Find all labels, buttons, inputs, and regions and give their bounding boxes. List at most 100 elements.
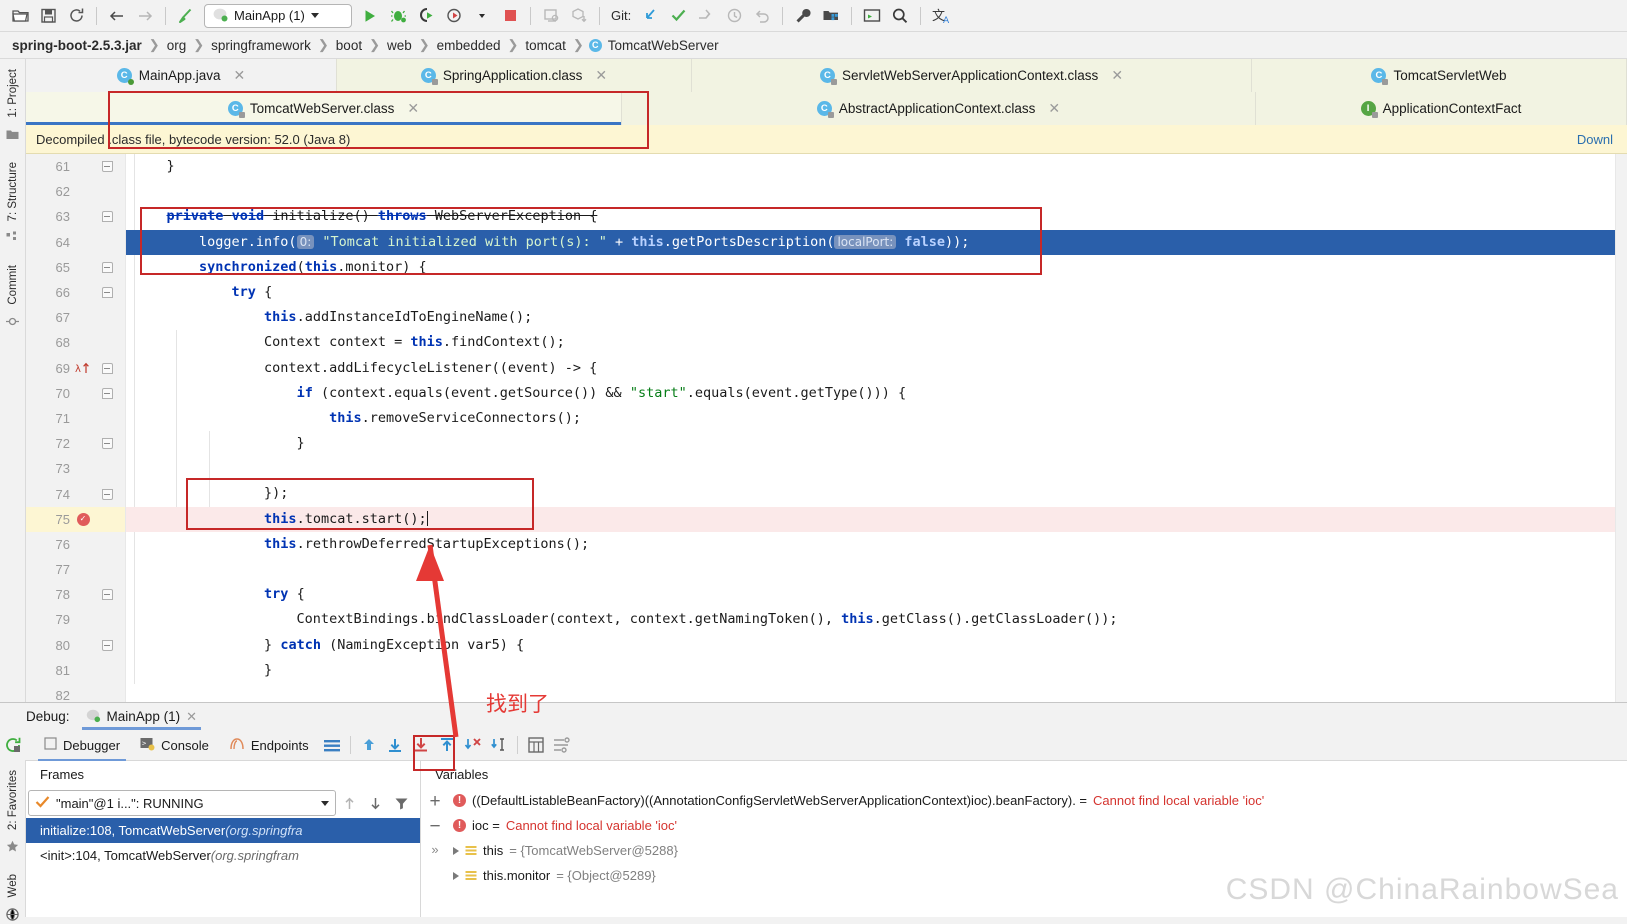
breadcrumb-item-6[interactable]: tomcat: [523, 38, 568, 53]
build-icon[interactable]: [172, 3, 200, 29]
tab-console[interactable]: > Console: [130, 730, 219, 761]
breadcrumb-item-1[interactable]: org: [165, 38, 189, 53]
fold-marker-icon[interactable]: [102, 363, 113, 374]
run-configuration-selector[interactable]: MainApp (1): [204, 4, 352, 28]
chevron-down-icon[interactable]: [321, 801, 329, 806]
fold-marker-icon[interactable]: [102, 640, 113, 651]
editor-gutter[interactable]: 61 62 63 64 65 66 67 68 69λ 70 71 72 73 …: [26, 154, 126, 702]
step-into-icon[interactable]: [408, 732, 434, 758]
rollback-icon[interactable]: [748, 3, 776, 29]
fold-marker-icon[interactable]: [102, 287, 113, 298]
fold-marker-icon[interactable]: [102, 589, 113, 600]
tab-tomcatwebserver-class[interactable]: C TomcatWebServer.class ✕: [26, 92, 622, 125]
frame-row[interactable]: initialize:108, TomcatWebServer (org.spr…: [26, 818, 420, 843]
code-text-area[interactable]: } private void initialize() throws WebSe…: [126, 154, 1615, 702]
structure-icon[interactable]: [6, 231, 19, 247]
close-icon[interactable]: ✕: [1048, 100, 1060, 117]
remove-watch-icon[interactable]: −: [429, 817, 440, 836]
sidebar-item-project[interactable]: 1: Project: [7, 63, 19, 124]
history-clock-icon[interactable]: [720, 3, 748, 29]
commit-icon[interactable]: [6, 315, 19, 331]
close-icon[interactable]: ✕: [407, 100, 419, 117]
sidebar-item-favorites[interactable]: 2: Favorites: [7, 764, 19, 836]
evaluate-expression-icon[interactable]: [523, 732, 549, 758]
project-structure-icon[interactable]: [817, 3, 845, 29]
breadcrumb-item-7[interactable]: TomcatWebServer: [606, 38, 721, 53]
open-folder-icon[interactable]: [6, 3, 34, 29]
step-out-icon[interactable]: [434, 732, 460, 758]
tab-abstractapplicationcontext-class[interactable]: C AbstractApplicationContext.class ✕: [622, 92, 1256, 125]
fold-marker-icon[interactable]: [102, 438, 113, 449]
thread-selector[interactable]: "main"@1 i...": RUNNING: [28, 790, 336, 816]
profile-dropdown-icon[interactable]: [468, 3, 496, 29]
tab-debugger[interactable]: Debugger: [34, 730, 130, 761]
search-everywhere-icon[interactable]: [886, 3, 914, 29]
close-icon[interactable]: ✕: [234, 67, 246, 84]
breadcrumb-item-4[interactable]: web: [385, 38, 414, 53]
step-over-icon[interactable]: [382, 732, 408, 758]
push-icon[interactable]: [692, 3, 720, 29]
sync-icon[interactable]: [62, 3, 90, 29]
frames-down-icon[interactable]: [362, 790, 388, 816]
add-watch-icon[interactable]: +: [429, 792, 440, 811]
tab-tomcatservletweb[interactable]: C TomcatServletWeb: [1252, 59, 1627, 92]
commit-checkmark-icon[interactable]: [664, 3, 692, 29]
sidebar-item-structure[interactable]: 7: Structure: [7, 156, 19, 227]
web-icon[interactable]: [6, 908, 19, 924]
tab-servletwebserverapplicationcontext-class[interactable]: C ServletWebServerApplicationContext.cla…: [692, 59, 1252, 92]
attach-debugger-icon[interactable]: [537, 3, 565, 29]
variable-row[interactable]: this.monitor = {Object@5289}: [449, 863, 1627, 888]
variable-row[interactable]: ! ioc = Cannot find local variable 'ioc': [449, 813, 1627, 838]
run-to-cursor-icon[interactable]: [486, 732, 512, 758]
expand-arrow-icon[interactable]: [453, 847, 459, 855]
breakpoint-icon[interactable]: [77, 513, 90, 526]
back-icon[interactable]: [103, 3, 131, 29]
show-execution-point-icon[interactable]: [356, 732, 382, 758]
frames-up-icon[interactable]: [336, 790, 362, 816]
rerun-icon[interactable]: [4, 736, 22, 757]
variable-row[interactable]: ! ((DefaultListableBeanFactory)((Annotat…: [449, 788, 1627, 813]
expand-arrow-icon[interactable]: [453, 872, 459, 880]
tab-springapplication-class[interactable]: C SpringApplication.class ✕: [337, 59, 692, 92]
editor-right-gutter[interactable]: [1615, 154, 1627, 702]
update-project-icon[interactable]: [636, 3, 664, 29]
drop-frame-icon[interactable]: [460, 732, 486, 758]
settings-wrench-icon[interactable]: [789, 3, 817, 29]
breadcrumb-item-0[interactable]: spring-boot-2.5.3.jar: [10, 38, 144, 53]
more-watch-options-icon[interactable]: »: [431, 842, 438, 857]
run-button[interactable]: [356, 3, 384, 29]
breadcrumb-item-5[interactable]: embedded: [435, 38, 503, 53]
debug-button[interactable]: [384, 3, 412, 29]
fold-marker-icon[interactable]: [102, 489, 113, 500]
close-icon[interactable]: ✕: [186, 709, 197, 725]
chevron-down-icon[interactable]: [311, 13, 319, 18]
stop-button[interactable]: [496, 3, 524, 29]
translate-icon[interactable]: 文A: [927, 3, 955, 29]
lambda-up-icon[interactable]: λ: [72, 361, 94, 375]
fold-marker-icon[interactable]: [102, 161, 113, 172]
frame-row[interactable]: <init>:104, TomcatWebServer (org.springf…: [26, 843, 420, 868]
breadcrumb-item-3[interactable]: boot: [334, 38, 364, 53]
close-icon[interactable]: ✕: [1111, 67, 1123, 84]
forward-icon[interactable]: [131, 3, 159, 29]
download-sources-link[interactable]: Downl: [1577, 132, 1613, 147]
import-gradle-icon[interactable]: [565, 3, 593, 29]
project-icon[interactable]: [6, 128, 19, 144]
fold-marker-icon[interactable]: [102, 211, 113, 222]
variables-list[interactable]: ! ((DefaultListableBeanFactory)((Annotat…: [449, 788, 1627, 917]
terminal-icon[interactable]: [858, 3, 886, 29]
sidebar-item-commit[interactable]: Commit: [7, 259, 19, 311]
fold-marker-icon[interactable]: [102, 262, 113, 273]
layout-settings-icon[interactable]: [549, 732, 575, 758]
save-all-icon[interactable]: [34, 3, 62, 29]
breadcrumb-item-2[interactable]: springframework: [209, 38, 313, 53]
profile-button[interactable]: [440, 3, 468, 29]
tab-mainapp-java[interactable]: C MainApp.java ✕: [26, 59, 337, 92]
close-icon[interactable]: ✕: [595, 67, 607, 84]
debug-session-tab[interactable]: MainApp (1) ✕: [78, 703, 205, 730]
sidebar-item-web[interactable]: Web: [7, 868, 19, 903]
tab-applicationcontextfact[interactable]: I ApplicationContextFact: [1256, 92, 1627, 125]
layout-lines-icon[interactable]: [319, 732, 345, 758]
filter-icon[interactable]: [388, 790, 414, 816]
tab-endpoints[interactable]: Endpoints: [219, 730, 319, 761]
